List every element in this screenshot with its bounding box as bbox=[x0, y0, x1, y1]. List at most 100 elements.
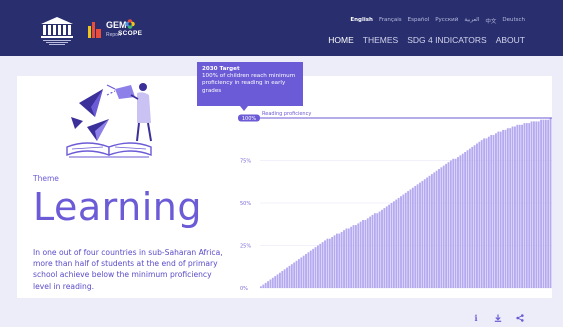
chart-bar[interactable] bbox=[464, 152, 467, 288]
chart-bar[interactable] bbox=[366, 218, 369, 288]
chart-bar[interactable] bbox=[483, 138, 486, 288]
chart-bar[interactable] bbox=[471, 146, 474, 288]
chart-bar[interactable] bbox=[449, 160, 452, 289]
chart-bar[interactable] bbox=[319, 243, 322, 288]
chart-bar[interactable] bbox=[428, 175, 431, 288]
chart-bar[interactable] bbox=[430, 174, 433, 288]
chart-bar[interactable] bbox=[433, 172, 436, 288]
chart-bar[interactable] bbox=[452, 158, 455, 288]
nav-themes[interactable]: THEMES bbox=[363, 35, 398, 45]
chart-bar[interactable] bbox=[385, 206, 388, 288]
nav-home[interactable]: HOME bbox=[328, 35, 354, 45]
chart-bar[interactable] bbox=[544, 119, 547, 288]
chart-bar[interactable] bbox=[504, 129, 507, 288]
chart-bar[interactable] bbox=[357, 223, 360, 288]
chart-bar[interactable] bbox=[264, 282, 267, 288]
chart-bar[interactable] bbox=[390, 203, 393, 288]
chart-bar[interactable] bbox=[407, 191, 410, 288]
chart-bar[interactable] bbox=[326, 238, 329, 288]
chart-bar[interactable] bbox=[490, 135, 493, 288]
chart-bar[interactable] bbox=[352, 225, 355, 288]
chart-bar[interactable] bbox=[542, 119, 545, 288]
chart-bar[interactable] bbox=[338, 233, 341, 288]
chart-bar[interactable] bbox=[547, 119, 550, 288]
chart-bar[interactable] bbox=[312, 248, 315, 288]
chart-bar[interactable] bbox=[362, 220, 364, 288]
chart-bar[interactable] bbox=[262, 284, 265, 288]
chart-bar[interactable] bbox=[499, 131, 502, 288]
chart-bar[interactable] bbox=[295, 260, 298, 288]
chart-bar[interactable] bbox=[321, 242, 324, 288]
chart-bar[interactable] bbox=[335, 233, 338, 288]
lang-russian[interactable]: Русский bbox=[435, 17, 458, 25]
chart-bar[interactable] bbox=[371, 214, 374, 288]
chart-bar[interactable] bbox=[514, 126, 516, 289]
chart-bar[interactable] bbox=[381, 209, 383, 288]
chart-bar[interactable] bbox=[402, 194, 405, 289]
chart-bar[interactable] bbox=[300, 257, 303, 288]
chart-bar[interactable] bbox=[506, 128, 509, 288]
chart-bar[interactable] bbox=[316, 245, 319, 289]
chart-bar[interactable] bbox=[530, 121, 533, 289]
chart-bar[interactable] bbox=[400, 196, 402, 288]
chart-bar[interactable] bbox=[511, 126, 514, 289]
chart-bar[interactable] bbox=[549, 118, 552, 288]
chart-bar[interactable] bbox=[533, 121, 535, 289]
chart-bar[interactable] bbox=[518, 124, 521, 288]
chart-bar[interactable] bbox=[438, 169, 440, 288]
chart-bar[interactable] bbox=[523, 123, 526, 288]
chart-bar[interactable] bbox=[388, 204, 391, 288]
info-button[interactable]: i bbox=[469, 311, 483, 325]
chart-bar[interactable] bbox=[435, 170, 438, 288]
chart-bar[interactable] bbox=[419, 182, 421, 288]
chart-bar[interactable] bbox=[354, 225, 357, 288]
chart-bar[interactable] bbox=[442, 165, 445, 288]
chart-bar[interactable] bbox=[478, 141, 481, 288]
chart-bar[interactable] bbox=[340, 231, 343, 288]
chart-bar[interactable] bbox=[305, 254, 307, 288]
chart-bar[interactable] bbox=[383, 208, 386, 288]
unesco-logo[interactable] bbox=[37, 15, 77, 47]
chart-bar[interactable] bbox=[492, 135, 495, 288]
chart-bar[interactable] bbox=[269, 279, 272, 289]
nav-sdg4-indicators[interactable]: SDG 4 INDICATORS bbox=[407, 35, 487, 45]
chart-bar[interactable] bbox=[537, 121, 540, 289]
chart-bar[interactable] bbox=[395, 199, 398, 288]
chart-bar[interactable] bbox=[328, 238, 331, 288]
chart-bar[interactable] bbox=[260, 286, 262, 288]
chart-bar[interactable] bbox=[509, 128, 512, 288]
chart-bar[interactable] bbox=[445, 163, 448, 288]
lang-chinese[interactable]: 中文 bbox=[485, 17, 496, 25]
lang-english[interactable]: English bbox=[350, 17, 373, 25]
chart-bar[interactable] bbox=[350, 226, 353, 288]
chart-bar[interactable] bbox=[416, 184, 419, 288]
chart-bar[interactable] bbox=[397, 197, 400, 288]
scope-logo[interactable]: SCOPE bbox=[118, 19, 142, 37]
chart-bar[interactable] bbox=[457, 157, 459, 288]
chart-bar[interactable] bbox=[426, 177, 429, 289]
chart-bar[interactable] bbox=[411, 187, 414, 288]
chart-bar[interactable] bbox=[331, 237, 334, 288]
chart-bar[interactable] bbox=[302, 255, 305, 288]
chart-bar[interactable] bbox=[297, 259, 300, 288]
chart-bar[interactable] bbox=[461, 153, 464, 288]
chart-bar[interactable] bbox=[404, 192, 407, 288]
chart-bar[interactable] bbox=[307, 252, 310, 288]
lang-german[interactable]: Deutsch bbox=[502, 17, 525, 25]
chart-bar[interactable] bbox=[466, 150, 469, 288]
chart-bar[interactable] bbox=[516, 124, 519, 288]
chart-bar[interactable] bbox=[495, 133, 497, 288]
nav-about[interactable]: ABOUT bbox=[496, 35, 525, 45]
chart-bar[interactable] bbox=[281, 271, 284, 288]
chart-bar[interactable] bbox=[480, 140, 483, 288]
chart-bar[interactable] bbox=[343, 230, 345, 288]
chart-bar[interactable] bbox=[409, 189, 412, 288]
share-button[interactable] bbox=[513, 311, 527, 325]
chart-bar[interactable] bbox=[414, 186, 417, 288]
chart-bar[interactable] bbox=[485, 138, 488, 288]
chart-bar[interactable] bbox=[440, 167, 443, 288]
chart-bar[interactable] bbox=[274, 276, 277, 288]
chart-bar[interactable] bbox=[473, 145, 476, 288]
chart-bar[interactable] bbox=[309, 250, 312, 288]
chart-bar[interactable] bbox=[278, 272, 281, 288]
